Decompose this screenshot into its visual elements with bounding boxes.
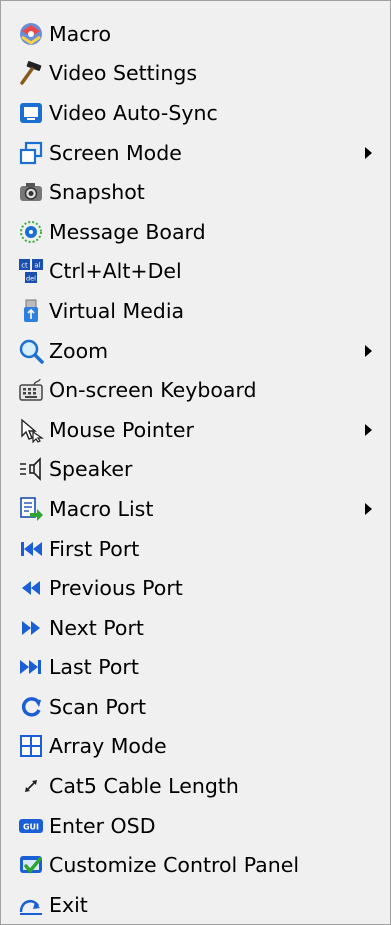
menu-item-label: Previous Port <box>49 576 183 601</box>
menu-item-snapshot[interactable]: Snapshot <box>1 172 390 212</box>
exit-icon <box>17 891 45 919</box>
menu-item-label: Enter OSD <box>49 813 156 838</box>
menu-item-label: Message Board <box>49 219 206 244</box>
menu-item-label: Ctrl+Alt+Del <box>49 259 182 284</box>
svg-text:del: del <box>26 275 36 283</box>
speaker-icon <box>17 455 45 483</box>
svg-text:GUI: GUI <box>23 822 39 831</box>
menu-item-label: First Port <box>49 536 140 561</box>
menu-item-label: Snapshot <box>49 180 145 205</box>
menu-item-macro-list[interactable]: Macro List <box>1 489 390 529</box>
menu-item-on-screen-keyboard[interactable]: On-screen Keyboard <box>1 370 390 410</box>
menu-item-message-board[interactable]: Message Board <box>1 212 390 252</box>
keyboard-icon <box>17 376 45 404</box>
submenu-arrow-icon <box>365 344 372 357</box>
menu-item-exit[interactable]: Exit <box>1 885 390 925</box>
menu-item-first-port[interactable]: First Port <box>1 529 390 569</box>
menu-item-label: On-screen Keyboard <box>49 378 257 403</box>
menu-item-label: Video Auto-Sync <box>49 100 218 125</box>
usb-icon <box>17 297 45 325</box>
menu-item-label: Exit <box>49 892 88 917</box>
menu-item-label: Video Settings <box>49 61 198 86</box>
window-icon <box>17 139 45 167</box>
grid-icon <box>17 732 45 760</box>
camera-icon <box>17 178 45 206</box>
menu-item-label: Array Mode <box>49 734 167 759</box>
menu-item-scan-port[interactable]: Scan Port <box>1 687 390 727</box>
menu-item-previous-port[interactable]: Previous Port <box>1 568 390 608</box>
osd-icon: GUI <box>17 812 45 840</box>
svg-text:al: al <box>34 262 40 270</box>
menu-item-array-mode[interactable]: Array Mode <box>1 727 390 767</box>
menu-item-label: Screen Mode <box>49 140 182 165</box>
menu-item-label: Mouse Pointer <box>49 417 194 442</box>
menu-item-macro[interactable]: Macro <box>1 14 390 54</box>
macro-icon <box>17 20 45 48</box>
menu-item-screen-mode[interactable]: Screen Mode <box>1 133 390 173</box>
submenu-arrow-icon <box>365 146 372 159</box>
next-port-icon <box>17 614 45 642</box>
menu-item-last-port[interactable]: Last Port <box>1 648 390 688</box>
menu-item-label: Zoom <box>49 338 109 363</box>
submenu-arrow-icon <box>365 423 372 436</box>
menu-item-ctrl-alt-del[interactable]: ct al del Ctrl+Alt+Del <box>1 252 390 292</box>
monitor-icon <box>17 99 45 127</box>
cable-length-icon <box>17 772 45 800</box>
menu-item-label: Customize Control Panel <box>49 853 300 878</box>
svg-text:ct: ct <box>21 262 28 270</box>
menu-item-video-auto-sync[interactable]: Video Auto-Sync <box>1 93 390 133</box>
menu-item-customize-control-panel[interactable]: Customize Control Panel <box>1 845 390 885</box>
first-port-icon <box>17 535 45 563</box>
menu-item-label: Last Port <box>49 655 139 680</box>
previous-port-icon <box>17 574 45 602</box>
menu-item-label: Virtual Media <box>49 298 185 323</box>
scan-port-icon <box>17 693 45 721</box>
last-port-icon <box>17 653 45 681</box>
magnifier-icon <box>17 337 45 365</box>
menu-item-label: Macro List <box>49 496 154 521</box>
menu-item-enter-osd[interactable]: GUI Enter OSD <box>1 806 390 846</box>
message-board-icon <box>17 218 45 246</box>
pointer-icon <box>17 416 45 444</box>
menu-item-label: Next Port <box>49 615 144 640</box>
ctrl-alt-del-icon: ct al del <box>17 257 45 285</box>
menu-item-speaker[interactable]: Speaker <box>1 450 390 490</box>
menu-item-video-settings[interactable]: Video Settings <box>1 54 390 94</box>
menu-item-next-port[interactable]: Next Port <box>1 608 390 648</box>
menu-item-label: Scan Port <box>49 694 146 719</box>
customize-icon <box>17 851 45 879</box>
macro-list-icon <box>17 495 45 523</box>
submenu-arrow-icon <box>365 502 372 515</box>
menu-item-virtual-media[interactable]: Virtual Media <box>1 291 390 331</box>
menu-item-label: Cat5 Cable Length <box>49 774 239 799</box>
menu-item-label: Macro <box>49 21 112 46</box>
hammer-icon <box>17 59 45 87</box>
context-menu: Macro Video Settings Video Auto-Sync Scr… <box>0 0 391 925</box>
menu-item-cat5-cable-length[interactable]: Cat5 Cable Length <box>1 766 390 806</box>
menu-item-mouse-pointer[interactable]: Mouse Pointer <box>1 410 390 450</box>
menu-item-zoom[interactable]: Zoom <box>1 331 390 371</box>
menu-item-label: Speaker <box>49 457 133 482</box>
